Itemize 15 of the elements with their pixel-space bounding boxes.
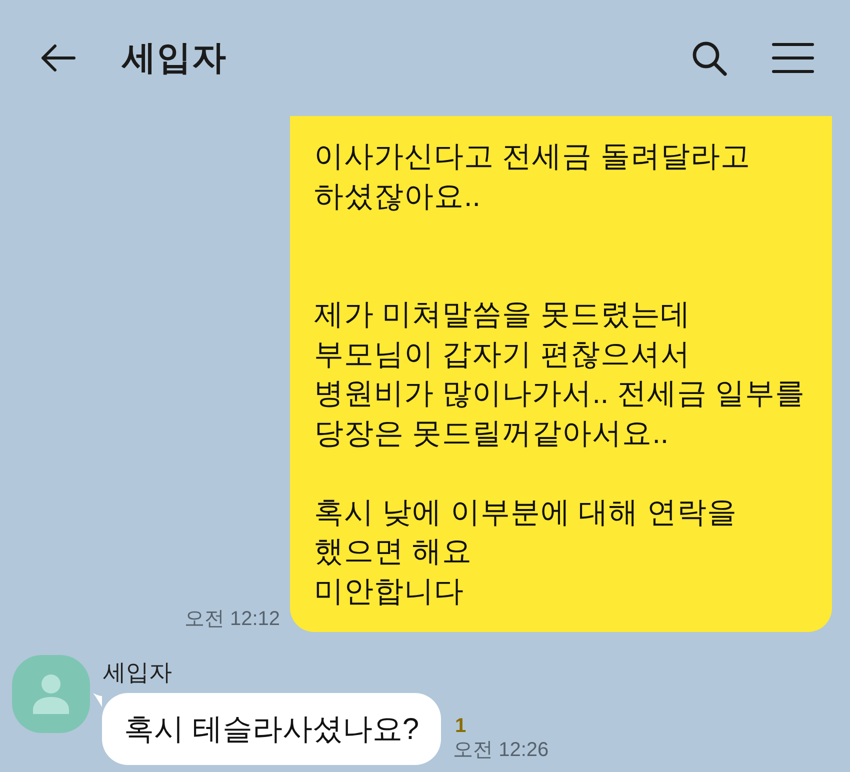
search-button[interactable] <box>692 40 727 76</box>
sender-name: 세입자 <box>103 658 172 687</box>
received-message-bubble: 혹시 테슬라사셨나요? <box>102 693 442 765</box>
menu-icon <box>772 43 814 73</box>
message-time: 오전 12:26 <box>453 738 549 763</box>
unread-count: 1 <box>455 715 466 737</box>
back-button[interactable] <box>40 43 76 73</box>
sent-message-bubble: 이사가신다고 전세금 돌려달라고 하셨잖아요.. 제가 미쳐말씀을 못드렸는데 부모님이 갑자기 편찮으셔서 병원비가 많이나가서.. 전세금 일부를 당장은 못드릴꺼같아서요.. 혹시 낮에 이부분에 대해 연락을 했으면 해요 미안합니다 <box>290 116 832 632</box>
back-icon <box>40 43 76 73</box>
search-icon <box>692 40 727 76</box>
menu-button[interactable] <box>772 43 814 73</box>
chat-title: 세입자 <box>122 38 227 79</box>
person-icon <box>33 674 69 714</box>
message-time: 오전 12:12 <box>184 607 280 632</box>
bubble-tail-icon <box>93 693 102 707</box>
